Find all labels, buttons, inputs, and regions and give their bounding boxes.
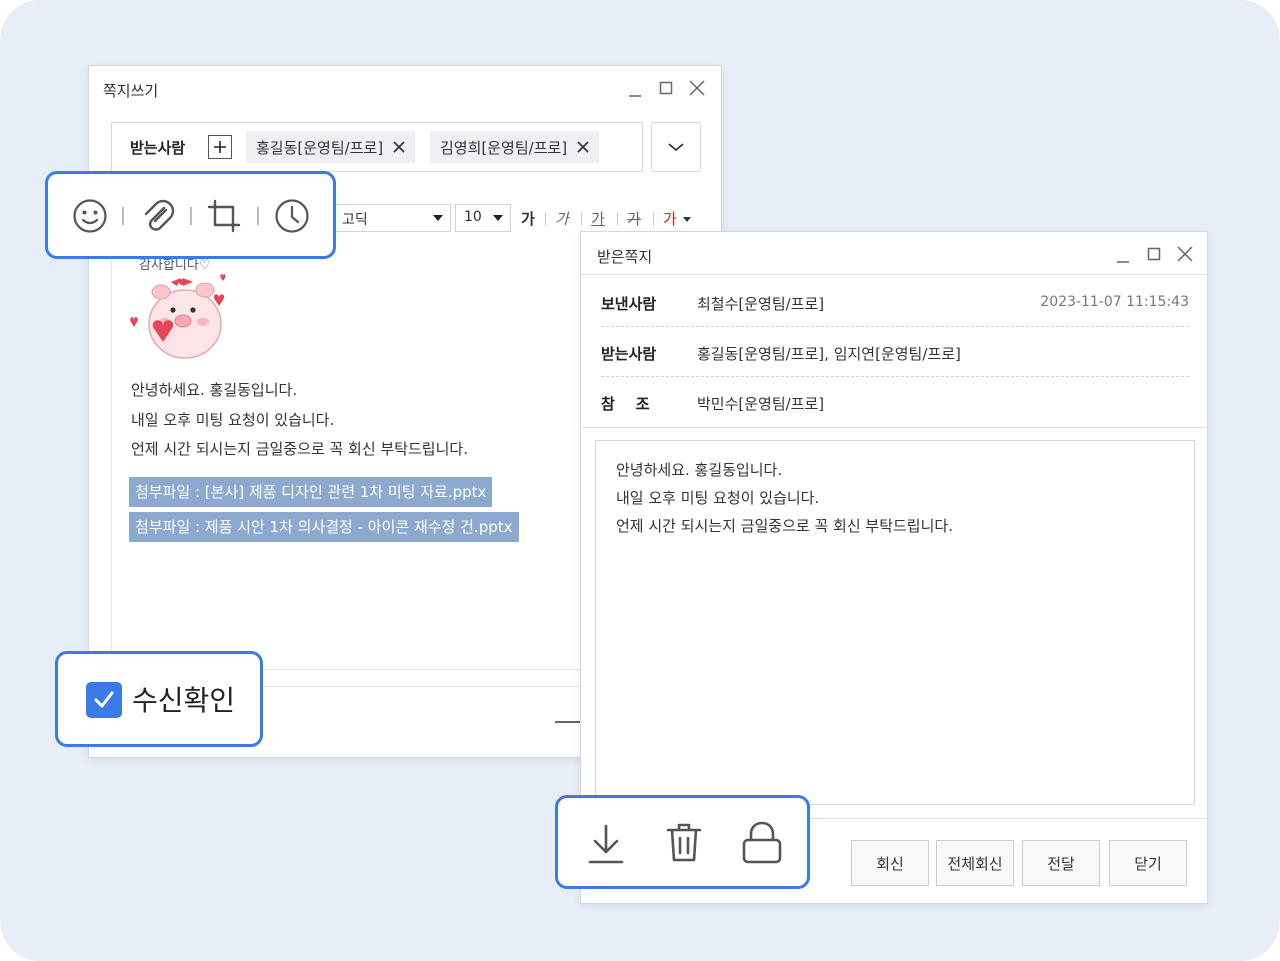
compose-body-line: 내일 오후 미팅 요청이 있습니다. [131, 411, 335, 429]
clock-icon[interactable] [274, 198, 310, 234]
divider [122, 207, 124, 225]
caret-down-icon [493, 215, 503, 221]
minimize-icon[interactable] [1113, 246, 1133, 266]
attachment-link[interactable]: 첨부파일 : [본사] 제품 디자인 관련 1차 미팅 자료.pptx [129, 477, 493, 507]
close-button[interactable]: 닫기 [1109, 840, 1187, 886]
recipients-value: 홍길동[운영팀/프로], 임지연[운영팀/프로] [697, 345, 961, 363]
sender-value: 최철수[운영팀/프로] [697, 295, 825, 313]
underline-button[interactable]: 가 [591, 208, 605, 229]
message-body-line: 내일 오후 미팅 요청이 있습니다. [616, 489, 820, 507]
forward-button[interactable]: 전달 [1022, 840, 1100, 886]
reply-button[interactable]: 회신 [851, 840, 929, 886]
font-size-value: 10 [464, 209, 482, 225]
recipients-field[interactable]: 받는사람 홍길동[운영팀/프로] 김영희[운영팀/프로] [111, 122, 643, 172]
font-family-value: 고딕 [342, 212, 368, 228]
chevron-down-icon [668, 143, 684, 152]
add-recipient-button[interactable] [208, 135, 232, 159]
message-actions-toolbar [555, 795, 810, 889]
trash-icon[interactable] [664, 820, 704, 866]
message-body-line: 언제 시간 되시는지 금일중으로 꼭 회신 부탁드립니다. [616, 517, 953, 535]
font-family-select[interactable]: 고딕 [335, 204, 451, 232]
maximize-icon[interactable] [656, 78, 676, 98]
divider [190, 207, 192, 225]
recipients-row: 받는사람 홍길동[운영팀/프로], 임지연[운영팀/프로] [601, 327, 1189, 377]
attachment-toolbar [45, 171, 336, 259]
recipients-dropdown-button[interactable] [651, 122, 701, 172]
read-receipt-label: 수신확인 [132, 684, 236, 717]
received-date: 2023-11-07 11:15:43 [1040, 294, 1189, 310]
crop-icon[interactable] [206, 198, 242, 234]
strikethrough-button[interactable]: 가 [627, 208, 641, 229]
recipients-label: 받는사람 [130, 139, 186, 157]
minimize-icon[interactable] [625, 80, 645, 100]
compose-body-line: 언제 시간 되시는지 금일중으로 꼭 회신 부탁드립니다. [131, 440, 468, 458]
recipient-chip-label: 홍길동[운영팀/프로] [256, 138, 384, 157]
divider [545, 212, 546, 226]
divider [581, 212, 582, 226]
plus-icon [214, 141, 226, 153]
caret-down-icon [433, 215, 443, 221]
cc-row: 참 조 박민수[운영팀/프로] [601, 377, 1189, 427]
recipient-chip-label: 김영희[운영팀/프로] [440, 138, 568, 157]
close-icon[interactable] [687, 78, 707, 98]
remove-recipient-icon[interactable] [393, 141, 405, 153]
cc-label: 참 조 [601, 395, 650, 413]
read-receipt-box: 수신확인 [55, 651, 263, 747]
message-body-line: 안녕하세요. 홍길동입니다. [616, 461, 783, 479]
cc-value: 박민수[운영팀/프로] [697, 395, 825, 413]
bold-button[interactable]: 가 [521, 208, 535, 229]
paperclip-icon[interactable] [140, 198, 176, 234]
compose-body-line: 안녕하세요. 홍길동입니다. [131, 381, 298, 399]
divider [653, 212, 654, 226]
close-icon[interactable] [1175, 244, 1195, 264]
attachment-link[interactable]: 첨부파일 : 제품 시안 1차 의사결정 - 아이콘 재수정 건.pptx [129, 512, 519, 542]
message-body[interactable]: 안녕하세요. 홍길동입니다. 내일 오후 미팅 요청이 있습니다. 언제 시간 … [595, 440, 1195, 805]
reply-all-button[interactable]: 전체회신 [936, 840, 1014, 886]
pig-sticker-image [130, 274, 226, 359]
italic-button[interactable]: 가 [555, 208, 569, 229]
received-title: 받은쪽지 [597, 248, 653, 266]
checkmark-icon [94, 691, 114, 708]
emoji-icon[interactable] [72, 198, 108, 234]
recipients-label: 받는사람 [601, 345, 657, 363]
caret-down-icon[interactable] [683, 217, 691, 222]
minimize-icon [555, 721, 581, 723]
divider [257, 207, 259, 225]
recipient-chip[interactable]: 김영희[운영팀/프로] [430, 131, 600, 163]
font-color-button[interactable]: 가 [663, 208, 677, 229]
sender-row: 보낸사람 최철수[운영팀/프로] 2023-11-07 11:15:43 [601, 277, 1189, 327]
divider [617, 212, 618, 226]
maximize-icon[interactable] [1144, 244, 1164, 264]
divider [581, 427, 1207, 428]
lock-icon[interactable] [740, 820, 784, 866]
compose-title: 쪽지쓰기 [103, 82, 159, 100]
read-receipt-checkbox[interactable] [86, 682, 122, 718]
download-icon[interactable] [586, 822, 626, 866]
recipient-chip[interactable]: 홍길동[운영팀/프로] [246, 131, 416, 163]
divider [581, 274, 1207, 275]
font-size-select[interactable]: 10 [455, 204, 511, 232]
remove-recipient-icon[interactable] [577, 141, 589, 153]
sender-label: 보낸사람 [601, 295, 657, 313]
